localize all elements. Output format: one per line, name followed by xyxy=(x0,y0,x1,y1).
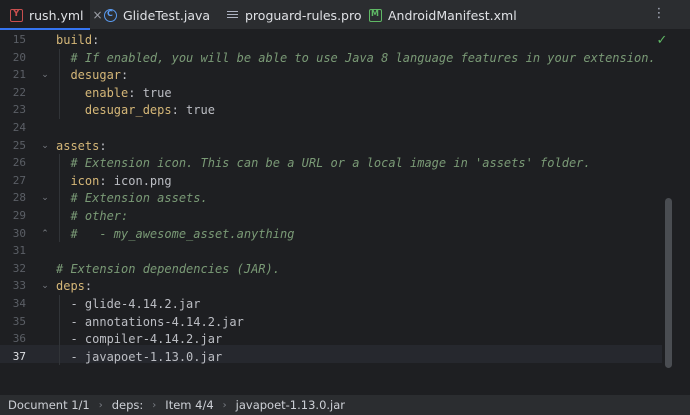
yaml-key: desugar_deps xyxy=(84,103,172,118)
line-number: 22 xyxy=(12,85,26,99)
line-number: 31 xyxy=(12,244,26,258)
yaml-comment: # Extension assets. xyxy=(70,191,208,206)
breadcrumb-separator-icon: › xyxy=(222,399,227,411)
code-line[interactable]: desugar_deps: true xyxy=(56,101,215,119)
line-number: 24 xyxy=(12,121,26,134)
editor-tab-bar: rush.yml × GlideTest.java proguard-rules… xyxy=(0,0,690,30)
line-number: 32 xyxy=(12,261,26,275)
code-line[interactable]: # Extension dependencies (JAR). xyxy=(56,260,280,278)
yaml-value: : true xyxy=(171,103,215,118)
yaml-key: enable xyxy=(84,85,129,100)
scrollbar-thumb[interactable] xyxy=(665,198,672,368)
yaml-comment: # If enabled, you will be able to use Ja… xyxy=(70,50,656,65)
line-number: 34 xyxy=(12,297,26,310)
yaml-value: - glide-4.14.2.jar xyxy=(70,297,201,311)
line-number: 21 xyxy=(12,68,26,82)
line-number: 20 xyxy=(12,50,26,64)
line-number-gutter: 15 20 21 ⌄ 22 23 24 25 ⌄ 26 27 28 ⌄ 29 30 ⌃ 31 32 33 ⌄ 34 35 3… xyxy=(0,30,49,394)
code-line[interactable]: - annotations-4.14.2.jar xyxy=(56,313,244,331)
tab-label: AndroidManifest.xml xyxy=(388,7,517,23)
tab-android-manifest[interactable]: AndroidManifest.xml xyxy=(365,0,517,30)
breadcrumb-document[interactable]: Document 1/1 xyxy=(8,398,90,412)
code-line[interactable]: # - my_awesome_asset.anything xyxy=(56,225,294,243)
breadcrumb-deps[interactable]: deps: xyxy=(112,398,144,412)
fold-marker-icon[interactable]: ⌃ xyxy=(40,225,50,243)
code-line[interactable]: - compiler-4.14.2.jar xyxy=(56,330,222,348)
tab-label: GlideTest.java xyxy=(123,7,211,23)
tab-label: proguard-rules.pro xyxy=(245,7,362,23)
status-breadcrumb-bar: Document 1/1 › deps: › Item 4/4 › javapo… xyxy=(0,394,690,415)
yaml-file-icon xyxy=(10,8,23,22)
tab-proguard-rules[interactable]: proguard-rules.pro xyxy=(222,0,362,30)
tab-glidetest-java[interactable]: GlideTest.java xyxy=(100,0,220,30)
yaml-value: : icon.png xyxy=(99,173,172,188)
line-number: 28 xyxy=(12,191,26,205)
code-line[interactable]: deps: xyxy=(56,277,92,295)
code-line[interactable]: # If enabled, you will be able to use Ja… xyxy=(56,49,656,67)
line-number: 27 xyxy=(12,173,26,187)
line-number: 29 xyxy=(12,209,26,222)
yaml-value: - compiler-4.14.2.jar xyxy=(70,332,223,347)
yaml-value: - javapoet-1.13.0.jar xyxy=(70,349,223,364)
yaml-key: icon xyxy=(70,173,100,188)
code-line[interactable]: - javapoet-1.13.0.jar xyxy=(56,348,222,366)
yaml-key: desugar xyxy=(70,68,122,83)
yaml-value: : xyxy=(84,279,93,294)
line-number: 35 xyxy=(12,314,26,328)
breadcrumb-value[interactable]: javapoet-1.13.0.jar xyxy=(236,398,345,412)
yaml-value: : xyxy=(99,138,107,153)
yaml-key: build xyxy=(56,33,93,47)
fold-marker-icon[interactable]: ⌄ xyxy=(40,137,50,155)
yaml-comment: # Extension icon. This can be a URL or a… xyxy=(70,156,591,171)
breadcrumb-item[interactable]: Item 4/4 xyxy=(165,398,213,412)
line-number: 37 xyxy=(12,349,26,363)
yaml-value: - annotations-4.14.2.jar xyxy=(70,314,244,329)
code-line[interactable]: assets: xyxy=(56,137,107,155)
yaml-value: : true xyxy=(128,85,172,100)
tab-label: rush.yml xyxy=(29,7,84,23)
line-number: 23 xyxy=(12,103,26,117)
line-number: 25 xyxy=(12,138,26,152)
yaml-comment: # Extension dependencies (JAR). xyxy=(56,261,280,276)
tab-list-menu-icon[interactable]: ⋮ xyxy=(652,7,666,21)
fold-marker-icon[interactable]: ⌄ xyxy=(40,189,50,207)
breadcrumb-separator-icon: › xyxy=(98,399,103,411)
line-number: 33 xyxy=(12,279,26,293)
code-line[interactable]: desugar: xyxy=(56,66,128,84)
code-line[interactable]: build: xyxy=(56,31,99,49)
code-line[interactable]: # other: xyxy=(56,207,128,225)
fold-marker-icon[interactable]: ⌄ xyxy=(40,277,50,295)
tab-rush-yml[interactable]: rush.yml × xyxy=(0,0,103,30)
indent-guide xyxy=(59,295,60,366)
java-class-icon xyxy=(104,8,117,22)
indent-guide xyxy=(59,48,60,119)
code-line[interactable]: - glide-4.14.2.jar xyxy=(56,295,201,313)
yaml-key: assets xyxy=(56,138,100,153)
breadcrumb-separator-icon: › xyxy=(152,399,157,411)
yaml-value: : xyxy=(121,68,129,83)
code-line[interactable]: icon: icon.png xyxy=(56,172,172,190)
yaml-comment: # other: xyxy=(70,209,129,223)
yaml-key: deps xyxy=(56,279,85,294)
yaml-comment: # - my_awesome_asset.anything xyxy=(70,226,295,241)
text-file-icon xyxy=(226,9,239,22)
code-line[interactable]: # Extension assets. xyxy=(56,189,208,207)
line-number: 36 xyxy=(12,332,26,346)
line-number: 30 xyxy=(12,226,26,240)
fold-marker-icon[interactable]: ⌄ xyxy=(40,66,50,84)
manifest-icon xyxy=(369,8,382,22)
yaml-value: : xyxy=(92,33,100,47)
line-number: 26 xyxy=(12,156,26,170)
code-editor[interactable]: 15 20 21 ⌄ 22 23 24 25 ⌄ 26 27 28 ⌄ 29 30 ⌃ 31 32 33 ⌄ 34 35 3… xyxy=(0,30,690,394)
code-line[interactable]: # Extension icon. This can be a URL or a… xyxy=(56,154,591,172)
code-line[interactable]: enable: true xyxy=(56,84,172,102)
indent-guide xyxy=(59,154,60,243)
line-number: 15 xyxy=(12,33,26,46)
